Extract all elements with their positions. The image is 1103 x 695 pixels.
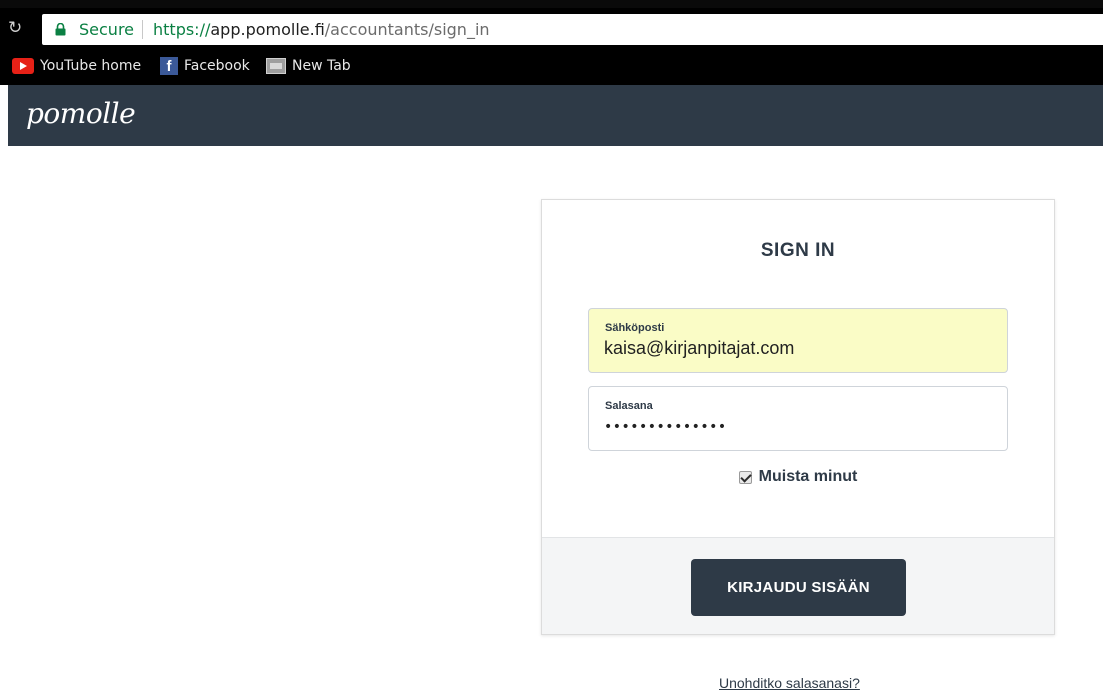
reload-icon[interactable]: ↻ (8, 18, 28, 38)
bookmark-facebook[interactable]: f Facebook (160, 53, 250, 79)
pomolle-logo[interactable]: pomolle (26, 97, 136, 130)
password-field[interactable]: Salasana •••••••••••••• (588, 386, 1008, 451)
url-text[interactable]: https://app.pomolle.fi/accountants/sign_… (153, 20, 490, 39)
bookmark-new-tab[interactable]: New Tab (266, 53, 351, 79)
signin-card-footer: KIRJAUDU SISÄÄN (542, 537, 1054, 634)
url-host: app.pomolle.fi (210, 20, 325, 39)
email-field[interactable]: Sähköposti kaisa@kirjanpitajat.com (588, 308, 1008, 373)
email-input[interactable]: kaisa@kirjanpitajat.com (604, 338, 794, 359)
youtube-icon (12, 58, 34, 74)
remember-me[interactable]: Muista minut (542, 468, 1054, 486)
bookmark-label: New Tab (292, 58, 351, 74)
password-input[interactable]: •••••••••••••• (604, 419, 727, 435)
facebook-icon: f (160, 57, 178, 75)
sign-in-button[interactable]: KIRJAUDU SISÄÄN (691, 559, 906, 616)
app-header: pomolle (8, 85, 1103, 146)
address-bar[interactable]: Secure https://app.pomolle.fi/accountant… (42, 14, 1103, 45)
email-label: Sähköposti (605, 322, 665, 334)
password-label: Salasana (605, 400, 653, 412)
forgot-password-link[interactable]: Unohditko salasanasi? (719, 675, 860, 691)
bookmark-label: Facebook (184, 58, 250, 74)
signin-title: SIGN IN (760, 240, 836, 261)
url-scheme: https:// (153, 20, 211, 39)
bookmark-youtube-home[interactable]: YouTube home (12, 53, 141, 79)
url-path: /accountants/sign_in (324, 20, 490, 39)
remember-me-label[interactable]: Muista minut (759, 468, 858, 486)
browser-tab-strip (0, 0, 1103, 8)
signin-card: SIGN IN Sähköposti kaisa@kirjanpitajat.c… (541, 199, 1055, 635)
remember-me-checkbox[interactable] (738, 470, 752, 484)
secure-label: Secure (79, 20, 135, 39)
new-tab-icon (266, 58, 286, 74)
bookmark-label: YouTube home (40, 58, 142, 74)
browser-toolbar: ↻ Secure https://app.pomolle.fi/accounta… (0, 0, 1103, 85)
bookmarks-bar: YouTube home f Facebook New Tab (0, 53, 1103, 79)
lock-icon (55, 23, 66, 36)
address-separator (142, 20, 143, 39)
